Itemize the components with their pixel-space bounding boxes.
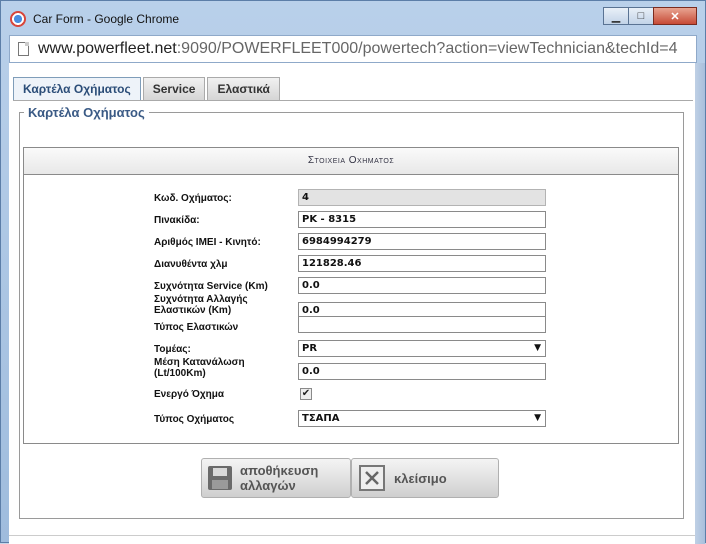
close-window-button[interactable]: ✕ xyxy=(653,7,697,25)
floppy-disk-icon xyxy=(206,462,234,494)
url-text[interactable]: www.powerfleet.net:9090/POWERFLEET000/po… xyxy=(38,40,677,58)
address-bar[interactable]: www.powerfleet.net:9090/POWERFLEET000/po… xyxy=(9,35,697,63)
vehicle-code-field: 4 xyxy=(298,189,546,206)
window-controls: ▁ □ ✕ xyxy=(603,7,697,25)
vehicle-type-select[interactable]: ΤΣΑΠΑ ▼ xyxy=(298,410,546,427)
chrome-logo-icon xyxy=(10,11,26,27)
field-label: Πινακίδα: xyxy=(154,215,200,226)
field-label: Τύπος Οχήματος xyxy=(154,414,235,425)
field-label: Διανυθέντα χλμ xyxy=(154,259,228,270)
close-button-label: κλείσιμο xyxy=(394,470,447,486)
sector-value: PR xyxy=(302,343,318,354)
close-button[interactable]: κλείσιμο xyxy=(351,458,499,498)
field-label: Συχνότητα Service (Km) xyxy=(154,281,268,292)
title-bar: Car Form - Google Chrome ▁ □ ✕ xyxy=(1,1,705,35)
consumption-input[interactable]: 0.0 xyxy=(298,363,546,380)
dropdown-arrow-icon: ▼ xyxy=(534,343,541,353)
imei-input[interactable]: 6984994279 xyxy=(298,233,546,250)
sector-select[interactable]: PR ▼ xyxy=(298,340,546,357)
tab-divider xyxy=(13,100,693,101)
window-title: Car Form - Google Chrome xyxy=(33,12,180,26)
tab-service[interactable]: Service xyxy=(142,77,206,100)
save-button-label: αποθήκευση αλλαγών xyxy=(240,463,319,493)
field-label: Αριθμός IMEI - Κινητό: xyxy=(154,237,261,248)
page-content: Καρτέλα Οχήματος Service Ελαστικά Καρτέλ… xyxy=(9,63,697,544)
url-path: :9090/POWERFLEET000/powertech?action=vie… xyxy=(176,40,678,57)
tab-vehicle-card[interactable]: Καρτέλα Οχήματος xyxy=(13,77,141,100)
url-host: www.powerfleet.net xyxy=(38,40,177,57)
footer-divider xyxy=(9,535,697,536)
page-icon xyxy=(18,42,29,56)
field-label: Τομέας: xyxy=(154,344,191,355)
plate-input[interactable]: PK - 8315 xyxy=(298,211,546,228)
dropdown-arrow-icon: ▼ xyxy=(534,413,541,423)
tire-type-input[interactable] xyxy=(298,316,546,333)
tab-tires[interactable]: Ελαστικά xyxy=(207,77,280,100)
field-label: Ενεργό Όχημα xyxy=(154,389,224,400)
save-changes-button[interactable]: αποθήκευση αλλαγών xyxy=(201,458,351,498)
vehicle-details-section: Στοιχεια Οχηματος Κωδ. Οχήματος: 4 Πινακ… xyxy=(23,147,679,444)
service-frequency-input[interactable]: 0.0 xyxy=(298,277,546,294)
action-buttons: αποθήκευση αλλαγών κλείσιμο xyxy=(201,458,499,498)
field-label: Κωδ. Οχήματος: xyxy=(154,193,232,204)
field-label: Μέση Κατανάλωση (Lt/100Km) xyxy=(154,357,245,379)
vehicle-type-value: ΤΣΑΠΑ xyxy=(302,413,340,424)
section-title: Στοιχεια Οχηματος xyxy=(24,148,678,175)
field-label: Συχνότητα Αλλαγής Ελαστικών (Km) xyxy=(154,294,248,316)
close-box-icon xyxy=(356,462,388,494)
fieldset-legend: Καρτέλα Οχήματος xyxy=(28,105,145,120)
minimize-button[interactable]: ▁ xyxy=(603,7,629,25)
window-scrollbar[interactable] xyxy=(695,63,705,544)
field-label: Τύπος Ελαστικών xyxy=(154,322,239,333)
browser-window: Car Form - Google Chrome ▁ □ ✕ www.power… xyxy=(0,0,706,544)
distance-km-input[interactable]: 121828.46 xyxy=(298,255,546,272)
maximize-button[interactable]: □ xyxy=(628,7,654,25)
active-vehicle-checkbox[interactable]: ✔ xyxy=(300,388,312,400)
tab-bar: Καρτέλα Οχήματος Service Ελαστικά xyxy=(13,77,282,100)
